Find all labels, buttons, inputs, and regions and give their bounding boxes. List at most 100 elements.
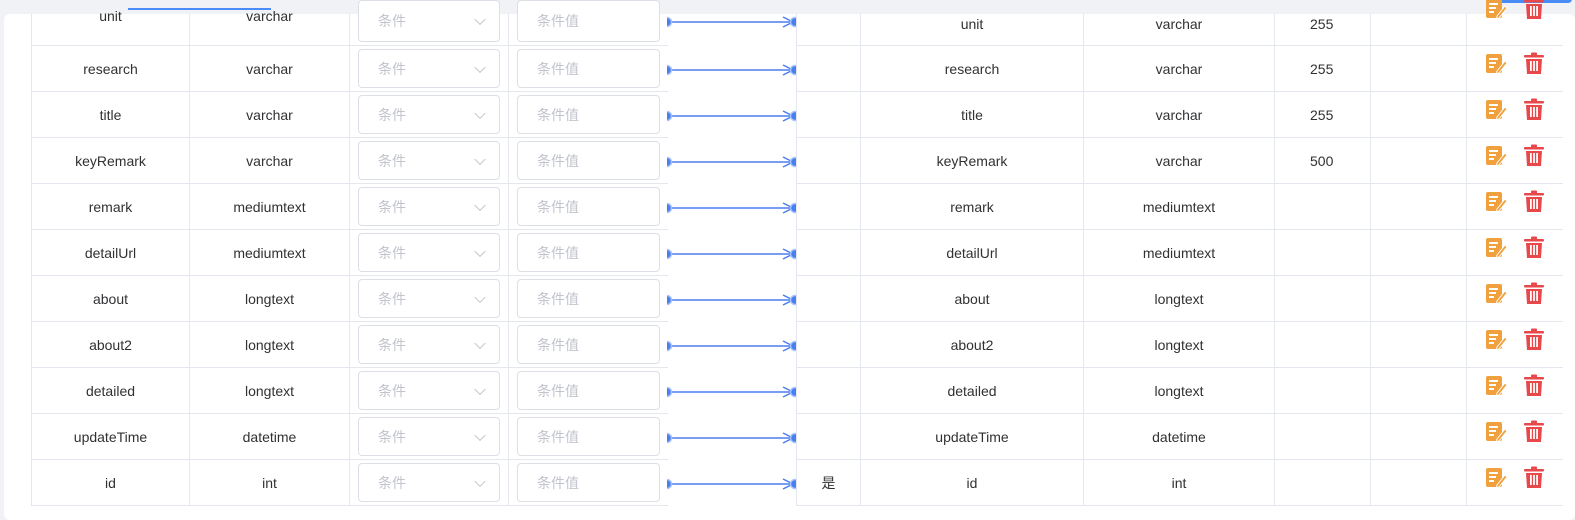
target-field-table: unit varchar 255 research varchar 255 ti… <box>796 0 1563 506</box>
condition-placeholder: 条件 <box>378 428 406 445</box>
condition-value-cell: 条件值 <box>509 276 668 321</box>
primary-key-cell <box>797 14 861 45</box>
condition-select[interactable]: 条件 <box>358 417 500 456</box>
target-field-type: datetime <box>1152 428 1206 445</box>
chevron-down-icon[interactable] <box>474 199 486 211</box>
condition-value-input[interactable]: 条件值 <box>517 233 660 272</box>
condition-select[interactable]: 条件 <box>358 279 500 318</box>
edit-icon[interactable] <box>1484 235 1508 259</box>
condition-select[interactable]: 条件 <box>358 187 500 226</box>
source-field-type: varchar <box>246 8 293 24</box>
source-field-type-cell: longtext <box>190 322 350 367</box>
condition-value-input[interactable]: 条件值 <box>517 279 660 318</box>
edit-icon[interactable] <box>1484 465 1508 489</box>
target-field-type-cell: int <box>1084 460 1275 505</box>
trash-icon[interactable] <box>1522 51 1546 75</box>
target-field-name-cell: detailed <box>861 368 1084 413</box>
target-field-type-cell: varchar <box>1084 92 1275 137</box>
chevron-down-icon[interactable] <box>474 383 486 395</box>
source-table-row: id int 条件 条件值 <box>32 460 668 506</box>
connector-source-dot[interactable] <box>667 432 673 444</box>
chevron-down-icon[interactable] <box>474 429 486 441</box>
trash-icon[interactable] <box>1522 419 1546 443</box>
condition-value-cell: 条件值 <box>509 368 668 413</box>
condition-placeholder: 条件 <box>378 60 406 77</box>
trash-icon[interactable] <box>1522 143 1546 167</box>
trash-icon[interactable] <box>1522 97 1546 121</box>
condition-select[interactable]: 条件 <box>358 141 500 180</box>
chevron-down-icon[interactable] <box>474 475 486 487</box>
primary-key-cell <box>797 414 861 459</box>
condition-value-input[interactable]: 条件值 <box>517 141 660 180</box>
field-length-cell <box>1275 414 1371 459</box>
chevron-down-icon[interactable] <box>474 107 486 119</box>
condition-value-cell: 条件值 <box>509 0 668 45</box>
condition-select-cell: 条件 <box>350 460 509 505</box>
trash-icon[interactable] <box>1522 281 1546 305</box>
condition-value-input[interactable]: 条件值 <box>517 0 660 42</box>
empty-cell <box>1371 138 1467 183</box>
condition-select[interactable]: 条件 <box>358 233 500 272</box>
source-table-row: remark mediumtext 条件 条件值 <box>32 184 668 230</box>
source-field-type: int <box>262 474 277 491</box>
source-field-type: longtext <box>244 290 295 307</box>
condition-select-cell: 条件 <box>350 368 509 413</box>
trash-icon[interactable] <box>1522 189 1546 213</box>
connector-source-dot[interactable] <box>667 478 673 490</box>
condition-placeholder: 条件 <box>378 474 406 491</box>
connector-source-dot[interactable] <box>667 156 673 168</box>
edit-icon[interactable] <box>1484 143 1508 167</box>
target-field-name-cell: detailUrl <box>861 230 1084 275</box>
connector-source-dot[interactable] <box>667 294 673 306</box>
trash-icon[interactable] <box>1522 465 1546 489</box>
connector-source-dot[interactable] <box>667 64 673 76</box>
edit-icon[interactable] <box>1484 373 1508 397</box>
connector-source-dot[interactable] <box>667 110 673 122</box>
condition-value-input[interactable]: 条件值 <box>517 371 660 410</box>
connector-source-dot[interactable] <box>667 202 673 214</box>
connector-source-dot[interactable] <box>667 16 673 28</box>
trash-icon[interactable] <box>1522 327 1546 351</box>
condition-value-input[interactable]: 条件值 <box>517 187 660 226</box>
condition-select[interactable]: 条件 <box>358 49 500 88</box>
chevron-down-icon[interactable] <box>474 153 486 165</box>
edit-icon[interactable] <box>1484 327 1508 351</box>
connector-source-dot[interactable] <box>667 340 673 352</box>
condition-value-input[interactable]: 条件值 <box>517 325 660 364</box>
condition-select[interactable]: 条件 <box>358 0 500 42</box>
connector-source-dot[interactable] <box>667 386 673 398</box>
trash-icon[interactable] <box>1522 0 1546 20</box>
condition-select[interactable]: 条件 <box>358 463 500 502</box>
condition-value-input[interactable]: 条件值 <box>517 49 660 88</box>
condition-select-cell: 条件 <box>350 46 509 91</box>
condition-value-input[interactable]: 条件值 <box>517 463 660 502</box>
edit-icon[interactable] <box>1484 189 1508 213</box>
chevron-down-icon[interactable] <box>474 61 486 73</box>
condition-select[interactable]: 条件 <box>358 325 500 364</box>
connector-source-dot[interactable] <box>667 248 673 260</box>
chevron-down-icon[interactable] <box>474 13 486 26</box>
condition-value-input[interactable]: 条件值 <box>517 417 660 456</box>
edit-icon[interactable] <box>1484 419 1508 443</box>
source-field-type: varchar <box>246 106 293 123</box>
condition-select[interactable]: 条件 <box>358 371 500 410</box>
edit-icon[interactable] <box>1484 281 1508 305</box>
edit-icon[interactable] <box>1484 97 1508 121</box>
source-field-type: varchar <box>246 60 293 77</box>
condition-value-placeholder: 条件值 <box>537 152 579 169</box>
chevron-down-icon[interactable] <box>474 337 486 349</box>
source-table-row: about2 longtext 条件 条件值 <box>32 322 668 368</box>
condition-value-placeholder: 条件值 <box>537 428 579 445</box>
trash-icon[interactable] <box>1522 235 1546 259</box>
condition-value-input[interactable]: 条件值 <box>517 95 660 134</box>
chevron-down-icon[interactable] <box>474 245 486 257</box>
edit-icon[interactable] <box>1484 0 1508 20</box>
target-field-type: varchar <box>1155 15 1203 32</box>
condition-select[interactable]: 条件 <box>358 95 500 134</box>
source-table-row: detailed longtext 条件 条件值 <box>32 368 668 414</box>
condition-value-cell: 条件值 <box>509 414 668 459</box>
chevron-down-icon[interactable] <box>474 291 486 303</box>
trash-icon[interactable] <box>1522 373 1546 397</box>
edit-icon[interactable] <box>1484 51 1508 75</box>
target-table-row: about longtext <box>797 276 1563 322</box>
